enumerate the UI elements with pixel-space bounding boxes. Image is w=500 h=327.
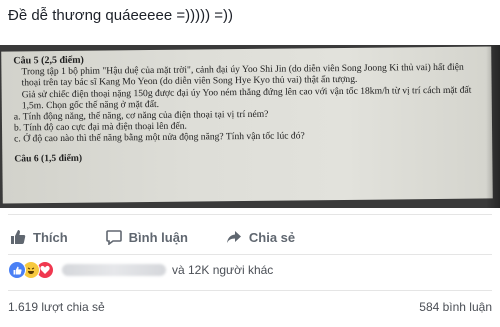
share-count[interactable]: 1.619 lượt chia sẻ xyxy=(8,300,105,314)
reactions-summary[interactable]: và 12K người khác xyxy=(8,260,273,280)
divider xyxy=(8,290,492,291)
like-reaction-icon xyxy=(8,261,26,279)
exam-paper: Câu 5 (2,5 điểm) Trong tập 1 bộ phim "Hậ… xyxy=(1,46,493,204)
comment-button[interactable]: Bình luận xyxy=(105,229,188,245)
blurred-reactor-names xyxy=(62,264,166,276)
comment-count[interactable]: 584 bình luận xyxy=(419,300,492,314)
reactions-others-text: và 12K người khác xyxy=(172,263,274,277)
share-arrow-icon xyxy=(226,231,241,243)
post-caption: Đề dễ thương quáeeeee =))))) =)) xyxy=(8,7,233,24)
post-actions-bar: Thích Bình luận Chia sẻ xyxy=(0,222,500,252)
next-question-title: Câu 6 (1,5 điểm) xyxy=(14,152,83,165)
photo-edge-shadow xyxy=(486,45,500,208)
divider xyxy=(8,214,492,215)
like-label: Thích xyxy=(33,229,68,245)
speech-bubble-icon xyxy=(105,230,122,245)
post-stats: 1.619 lượt chia sẻ 584 bình luận xyxy=(8,300,492,314)
like-button[interactable]: Thích xyxy=(10,229,68,245)
thumbs-up-icon xyxy=(11,230,26,244)
share-button[interactable]: Chia sẻ xyxy=(226,229,295,245)
post-photo[interactable]: Câu 5 (2,5 điểm) Trong tập 1 bộ phim "Hậ… xyxy=(0,45,500,208)
divider xyxy=(8,254,492,255)
share-label: Chia sẻ xyxy=(248,229,296,245)
comment-label: Bình luận xyxy=(128,229,188,245)
